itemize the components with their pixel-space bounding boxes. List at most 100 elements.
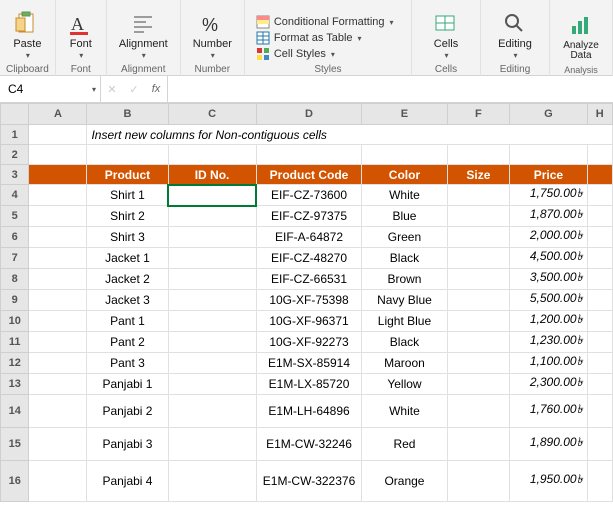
cell-styles-button[interactable]: Cell Styles▾ — [254, 46, 337, 62]
code-cell[interactable]: EIF-CZ-73600 — [256, 185, 362, 206]
analyze-data-button[interactable]: Analyze Data — [556, 12, 606, 63]
row-header[interactable]: 15 — [1, 428, 29, 461]
cell[interactable] — [29, 227, 87, 248]
hdr-color[interactable]: Color — [362, 165, 447, 185]
price-cell[interactable]: 1,200.00৳ — [510, 311, 587, 332]
conditional-formatting-button[interactable]: Conditional Formatting▾ — [254, 14, 396, 30]
cell[interactable] — [29, 395, 87, 428]
cell[interactable] — [587, 374, 612, 395]
cell[interactable] — [587, 227, 612, 248]
row-header[interactable]: 1 — [1, 125, 29, 145]
format-as-table-button[interactable]: Format as Table▾ — [254, 30, 364, 46]
color-cell[interactable]: Blue — [362, 206, 447, 227]
cell[interactable] — [587, 428, 612, 461]
row-header[interactable]: 6 — [1, 227, 29, 248]
id-cell[interactable] — [168, 248, 256, 269]
row-header[interactable]: 3 — [1, 165, 29, 185]
cell[interactable] — [587, 461, 612, 502]
color-cell[interactable]: Brown — [362, 269, 447, 290]
product-cell[interactable]: Shirt 1 — [87, 185, 168, 206]
cancel-formula-button[interactable]: ✕ — [101, 76, 123, 102]
number-button[interactable]: % Number▾ — [187, 9, 238, 62]
id-cell[interactable] — [168, 374, 256, 395]
cell[interactable] — [29, 374, 87, 395]
cell-a1[interactable] — [29, 125, 87, 145]
price-cell[interactable]: 1,760.00৳ — [510, 395, 587, 428]
cell[interactable] — [29, 145, 87, 165]
code-cell[interactable]: 10G-XF-75398 — [256, 290, 362, 311]
code-cell[interactable]: E1M-CW-322376 — [256, 461, 362, 502]
cell[interactable] — [29, 165, 87, 185]
col-header-H[interactable]: H — [587, 104, 612, 125]
product-cell[interactable]: Pant 2 — [87, 332, 168, 353]
product-cell[interactable]: Panjabi 1 — [87, 374, 168, 395]
row-header[interactable]: 7 — [1, 248, 29, 269]
price-cell[interactable]: 2,300.00৳ — [510, 374, 587, 395]
alignment-button[interactable]: Alignment▾ — [113, 9, 174, 62]
cell[interactable] — [587, 290, 612, 311]
cell[interactable] — [87, 145, 168, 165]
col-header-A[interactable]: A — [29, 104, 87, 125]
row-header[interactable]: 12 — [1, 353, 29, 374]
cell[interactable] — [587, 395, 612, 428]
col-header-C[interactable]: C — [168, 104, 256, 125]
row-header[interactable]: 13 — [1, 374, 29, 395]
price-cell[interactable]: 1,870.00৳ — [510, 206, 587, 227]
enter-formula-button[interactable]: ✓ — [123, 76, 145, 102]
cell[interactable] — [256, 145, 362, 165]
size-cell[interactable] — [447, 227, 510, 248]
hdr-size[interactable]: Size — [447, 165, 510, 185]
code-cell[interactable]: EIF-CZ-66531 — [256, 269, 362, 290]
size-cell[interactable] — [447, 206, 510, 227]
code-cell[interactable]: E1M-CW-32246 — [256, 428, 362, 461]
product-cell[interactable]: Pant 3 — [87, 353, 168, 374]
cell[interactable] — [29, 311, 87, 332]
color-cell[interactable]: Maroon — [362, 353, 447, 374]
hdr-code[interactable]: Product Code — [256, 165, 362, 185]
color-cell[interactable]: White — [362, 185, 447, 206]
cell[interactable] — [362, 145, 447, 165]
code-cell[interactable]: EIF-CZ-48270 — [256, 248, 362, 269]
id-cell[interactable] — [168, 206, 256, 227]
id-cell[interactable] — [168, 395, 256, 428]
col-header-E[interactable]: E — [362, 104, 447, 125]
size-cell[interactable] — [447, 290, 510, 311]
price-cell[interactable]: 5,500.00৳ — [510, 290, 587, 311]
row-header[interactable]: 8 — [1, 269, 29, 290]
color-cell[interactable]: Black — [362, 332, 447, 353]
product-cell[interactable]: Jacket 2 — [87, 269, 168, 290]
product-cell[interactable]: Panjabi 4 — [87, 461, 168, 502]
code-cell[interactable]: E1M-LX-85720 — [256, 374, 362, 395]
product-cell[interactable]: Pant 1 — [87, 311, 168, 332]
color-cell[interactable]: Yellow — [362, 374, 447, 395]
id-cell[interactable] — [168, 185, 256, 206]
col-header-G[interactable]: G — [510, 104, 587, 125]
size-cell[interactable] — [447, 428, 510, 461]
row-header[interactable]: 9 — [1, 290, 29, 311]
color-cell[interactable]: Red — [362, 428, 447, 461]
worksheet-grid[interactable]: ABCDEFGH 1Insert new columns for Non-con… — [0, 103, 613, 510]
cell[interactable] — [587, 206, 612, 227]
id-cell[interactable] — [168, 428, 256, 461]
price-cell[interactable]: 2,000.00৳ — [510, 227, 587, 248]
price-cell[interactable]: 1,750.00৳ — [510, 185, 587, 206]
size-cell[interactable] — [447, 311, 510, 332]
product-cell[interactable]: Jacket 3 — [87, 290, 168, 311]
color-cell[interactable]: Navy Blue — [362, 290, 447, 311]
product-cell[interactable]: Panjabi 2 — [87, 395, 168, 428]
color-cell[interactable]: Black — [362, 248, 447, 269]
code-cell[interactable]: 10G-XF-92273 — [256, 332, 362, 353]
cell[interactable] — [587, 311, 612, 332]
cell[interactable] — [587, 248, 612, 269]
cell[interactable] — [29, 428, 87, 461]
cell[interactable] — [587, 353, 612, 374]
id-cell[interactable] — [168, 269, 256, 290]
row-header[interactable]: 5 — [1, 206, 29, 227]
cell[interactable] — [29, 248, 87, 269]
hdr-price[interactable]: Price — [510, 165, 587, 185]
code-cell[interactable]: EIF-CZ-97375 — [256, 206, 362, 227]
row-header[interactable]: 11 — [1, 332, 29, 353]
cell[interactable] — [29, 353, 87, 374]
col-header-B[interactable]: B — [87, 104, 168, 125]
product-cell[interactable]: Panjabi 3 — [87, 428, 168, 461]
